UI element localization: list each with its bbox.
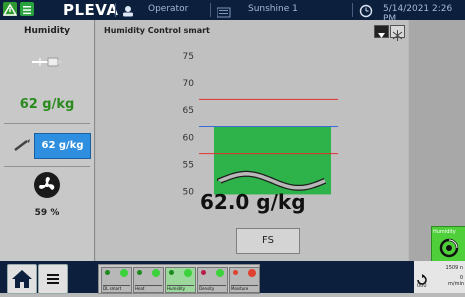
menu-icon — [47, 274, 59, 284]
left-panel: Humidity 62 g/kg 62 g/kg 59 % — [0, 20, 95, 261]
module-strip: DL smart Heat Humidity Density Moisture — [98, 264, 260, 294]
home-icon — [12, 270, 32, 288]
measured-humidity: 62 g/kg — [19, 97, 75, 112]
speed-readout: 000 1509 n 0 m/min — [414, 261, 465, 293]
edit-pen-icon — [13, 137, 31, 156]
alarm-icon[interactable] — [2, 2, 18, 16]
current-value: 62.0 g/kg — [200, 190, 306, 214]
y-tick-label: 55 — [183, 161, 194, 171]
status-list-icon[interactable] — [20, 2, 34, 16]
brand-logo: PLEVA — [63, 1, 119, 19]
top-bar: PLEVA Operator Sunshine 1 5/14/2021 2:26… — [0, 0, 465, 24]
readout-small: 000 — [417, 283, 427, 289]
y-tick-label: 75 — [183, 52, 194, 62]
humidifier-nozzle-icon — [30, 54, 70, 74]
module-moisture[interactable]: Moisture — [229, 267, 260, 293]
fan-icon[interactable] — [33, 171, 61, 203]
home-button[interactable] — [7, 264, 37, 294]
recipe-name[interactable]: Sunshine 1 — [248, 4, 298, 14]
module-heat[interactable]: Heat — [133, 267, 164, 293]
readout-unit: m/min — [448, 281, 464, 287]
y-tick-label: 60 — [183, 133, 195, 143]
fan-percent: 59 % — [34, 208, 60, 218]
readout-value: 1509 n — [445, 265, 463, 271]
user-name[interactable]: Operator — [148, 4, 188, 14]
fs-button[interactable]: FS — [236, 228, 300, 254]
y-tick-label: 70 — [183, 79, 195, 89]
y-tick-label: 50 — [183, 188, 195, 198]
right-column — [409, 20, 465, 261]
humidity-tile-label: Humidity — [433, 229, 456, 235]
humidity-swirl-icon — [439, 238, 459, 262]
divider — [4, 123, 90, 124]
menu-button[interactable] — [38, 264, 68, 294]
panel-title: Humidity — [23, 26, 71, 36]
bottom-bar: DL smart Heat Humidity Density Moisture … — [0, 261, 465, 294]
module-humidity[interactable]: Humidity — [165, 267, 196, 293]
divider — [4, 166, 90, 167]
setpoint-input[interactable]: 62 g/kg — [34, 133, 91, 159]
module-dl-smart[interactable]: DL smart — [101, 267, 132, 293]
y-tick-label: 65 — [183, 106, 194, 116]
module-density[interactable]: Density — [197, 267, 228, 293]
humidity-tile[interactable]: Humidity — [431, 226, 465, 263]
main-panel: Humidity Control smart 75 70 65 60 55 50 62.0… — [96, 20, 408, 261]
